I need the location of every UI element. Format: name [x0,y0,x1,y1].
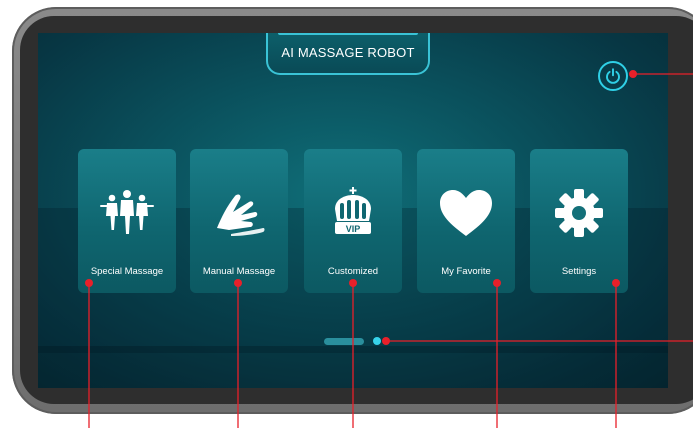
page-indicator-dot[interactable] [373,337,381,345]
app-title: AI MASSAGE ROBOT [266,33,430,75]
vip-crown-icon: VIP [335,187,371,234]
device-stage: AI MASSAGE ROBOT Special Massage Manual … [0,0,693,428]
hands-icon [217,194,265,236]
tile-settings[interactable]: Settings [530,149,628,293]
screen: AI MASSAGE ROBOT Special Massage Manual … [38,33,668,388]
people-group-icon [100,190,154,234]
tile-special-massage[interactable]: Special Massage [78,149,176,293]
tile-label: Manual Massage [202,266,276,277]
svg-text:VIP: VIP [346,224,361,234]
tile-my-favorite[interactable]: My Favorite [417,149,515,293]
power-icon [606,68,620,84]
heart-icon [440,190,492,236]
tile-label: My Favorite [441,266,491,277]
tile-label: Settings [561,266,597,277]
tile-customized[interactable]: VIP Customized [304,149,402,293]
gear-icon [555,189,603,237]
tile-label: Special Massage [90,266,164,277]
power-button[interactable] [598,61,628,91]
tile-manual-massage[interactable]: Manual Massage [190,149,288,293]
tile-label: Customized [327,266,379,277]
page-indicator-current[interactable] [324,338,364,345]
screen-bottom-bar [38,346,668,388]
